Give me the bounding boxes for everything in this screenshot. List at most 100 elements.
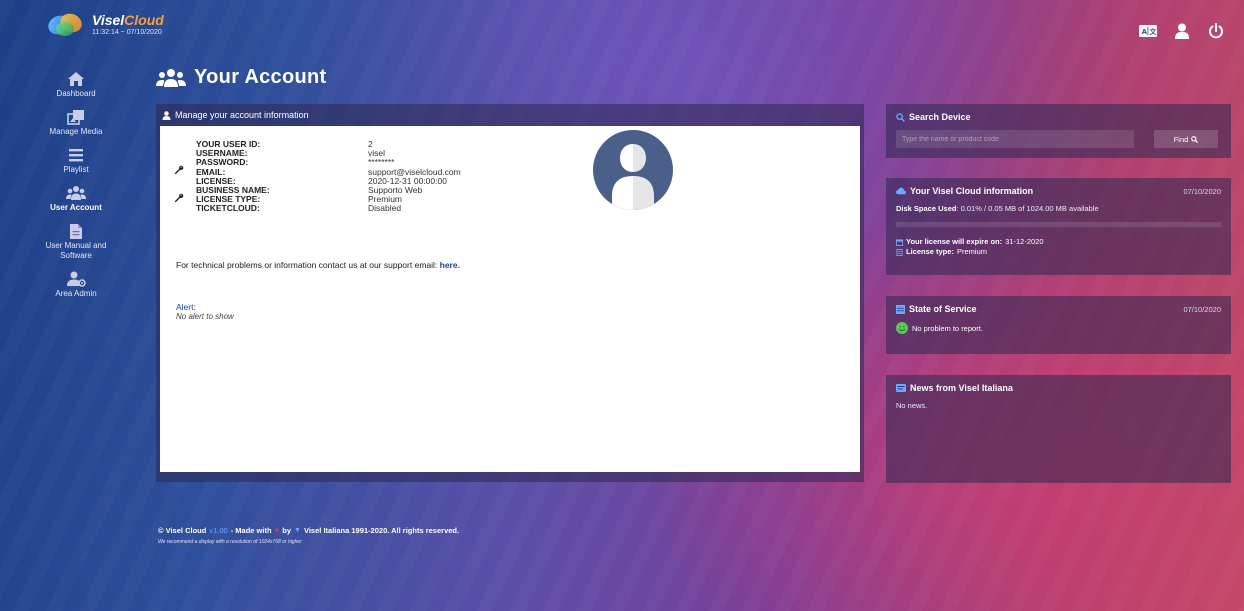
top-toolbar: A文 [1138, 22, 1226, 40]
news-title: News from Visel Italiana [910, 383, 1013, 393]
find-button-label: Find [1173, 134, 1189, 144]
sidebar-item-user-manual[interactable]: User Manual and Software [36, 222, 116, 261]
info-row-ticketcloud: TICKETCLOUD: Disabled [196, 204, 461, 213]
service-state-panel: State of Service 07/10/2020 No problem t… [886, 296, 1231, 354]
sidebar-item-area-admin[interactable]: Area Admin [36, 270, 116, 299]
svg-text:A: A [1142, 28, 1148, 36]
sidebar-item-label: Area Admin [55, 289, 97, 298]
alert-label: Alert: [176, 302, 196, 312]
sidebar-item-label: Manage Media [49, 127, 103, 136]
sidebar-item-label: User Manual and Software [45, 241, 107, 260]
license-info: Your license will expire on: 31-12-2020 L… [896, 237, 1221, 257]
account-panel: Manage your account information YOUR USE… [156, 104, 864, 482]
news-icon [896, 384, 906, 392]
search-device-title: Search Device [909, 112, 971, 122]
info-key: TICKETCLOUD: [196, 203, 260, 214]
info-value: Disabled [368, 203, 402, 214]
clock: 11:32:14 ~ 07/10/2020 [92, 28, 162, 36]
svg-text:文: 文 [1150, 27, 1158, 36]
search-row: Find [896, 130, 1221, 148]
user-icon[interactable] [1172, 22, 1192, 40]
footer-by: by [282, 526, 292, 535]
news-panel: News from Visel Italiana No news. [886, 375, 1231, 483]
translate-icon[interactable]: A文 [1138, 22, 1158, 40]
media-icon [66, 108, 86, 126]
calendar-icon [896, 238, 903, 246]
license-type-label: License type: [906, 247, 954, 256]
support-email-link[interactable]: here. [440, 260, 460, 270]
account-body: YOUR USER ID: 2 USERNAME: visel PASSWORD: *… [160, 126, 860, 472]
edit-business-name-icon[interactable] [174, 190, 184, 203]
license-expire-line: Your license will expire on: 31-12-2020 [896, 237, 1221, 247]
search-icon [1191, 135, 1199, 143]
license-type-line: License type: Premium [896, 247, 1221, 257]
sidebar: Dashboard Manage Media Playlist User Acc… [36, 70, 116, 308]
alert-value: No alert to show [176, 312, 234, 321]
service-status: No problem to report. [896, 322, 1221, 334]
app-logo[interactable]: ViselCloud 11:32:14 ~ 07/10/2020 [45, 10, 164, 40]
sidebar-item-manage-media[interactable]: Manage Media [36, 108, 116, 137]
news-text: No news. [896, 401, 928, 410]
cloud-info-title: Your Visel Cloud information [910, 186, 1034, 196]
server-icon [896, 304, 905, 314]
logo-icon [45, 10, 85, 40]
account-panel-title: Manage your account information [175, 110, 309, 120]
disk-space-label: Disk Space Used [896, 204, 957, 213]
search-input[interactable] [896, 130, 1134, 148]
license-expire-value: 31-12-2020 [1005, 237, 1044, 246]
footer-prefix: © Visel Cloud [158, 526, 207, 535]
brand-name: ViselCloud [92, 11, 164, 28]
sidebar-item-user-account[interactable]: User Account [36, 184, 116, 213]
avatar [593, 130, 673, 210]
document-icon [896, 248, 903, 256]
service-state-date: 07/10/2020 [1183, 304, 1221, 314]
page-title-text: Your Account [194, 66, 327, 88]
file-icon [66, 222, 86, 240]
sidebar-item-dashboard[interactable]: Dashboard [36, 70, 116, 99]
ok-icon [896, 322, 908, 334]
news-header: News from Visel Italiana [896, 381, 1221, 395]
sidebar-item-label: Dashboard [56, 89, 96, 98]
disk-usage-bar [896, 222, 1221, 227]
search-device-panel: Search Device Find [886, 104, 1231, 158]
admin-icon [66, 270, 86, 288]
find-button[interactable]: Find [1154, 130, 1218, 148]
users-icon [66, 184, 86, 202]
edit-password-icon[interactable] [174, 162, 184, 175]
page-title: Your Account [156, 66, 327, 89]
cloud-icon [896, 187, 906, 195]
footer-version: v1.00 [209, 526, 228, 535]
user-icon [162, 110, 171, 120]
cloud-info-header: Your Visel Cloud information 07/10/2020 [896, 184, 1221, 198]
heart-icon: ♥ [274, 526, 280, 535]
cloud-info-panel: Your Visel Cloud information 07/10/2020 … [886, 178, 1231, 275]
visel-logo-icon: ▼ [294, 527, 301, 534]
search-icon [896, 112, 905, 122]
footer: © Visel Cloud v1.00 - Made with ♥ by ▼ V… [158, 526, 459, 545]
brand: ViselCloud 11:32:14 ~ 07/10/2020 [92, 11, 164, 38]
license-expire-label: Your license will expire on: [906, 237, 1003, 246]
power-icon[interactable] [1206, 22, 1226, 40]
footer-owner: Visel Italiana 1991-2020. All rights res… [303, 526, 460, 535]
search-device-header: Search Device [896, 110, 1221, 124]
footer-recommendation: We recommend a display with a resolution… [158, 539, 302, 545]
cloud-info-date: 07/10/2020 [1183, 186, 1221, 196]
contact-message: For technical problems or information co… [176, 260, 438, 270]
sidebar-item-label: User Account [50, 203, 102, 212]
service-state-title: State of Service [909, 304, 977, 314]
footer-made-with: - Made with [230, 526, 272, 535]
sidebar-item-label: Playlist [63, 165, 89, 174]
brand-name-part1: Visel [92, 11, 125, 28]
list-icon [66, 146, 86, 164]
account-panel-header: Manage your account information [160, 104, 860, 126]
service-state-header: State of Service 07/10/2020 [896, 302, 1221, 316]
service-status-text: No problem to report. [912, 323, 983, 333]
license-type-value: Premium [956, 247, 987, 256]
contact-text: For technical problems or information co… [176, 260, 460, 270]
account-info-list: YOUR USER ID: 2 USERNAME: visel PASSWORD: *… [196, 139, 461, 214]
brand-name-part2: Cloud [124, 11, 164, 28]
sidebar-item-playlist[interactable]: Playlist [36, 146, 116, 175]
disk-space-value: : 0.01% / 0.05 MB of 1024.00 MB availabl… [956, 204, 1099, 213]
users-icon [156, 68, 186, 87]
footer-copyright: © Visel Cloud v1.00 - Made with ♥ by ▼ V… [158, 526, 459, 535]
